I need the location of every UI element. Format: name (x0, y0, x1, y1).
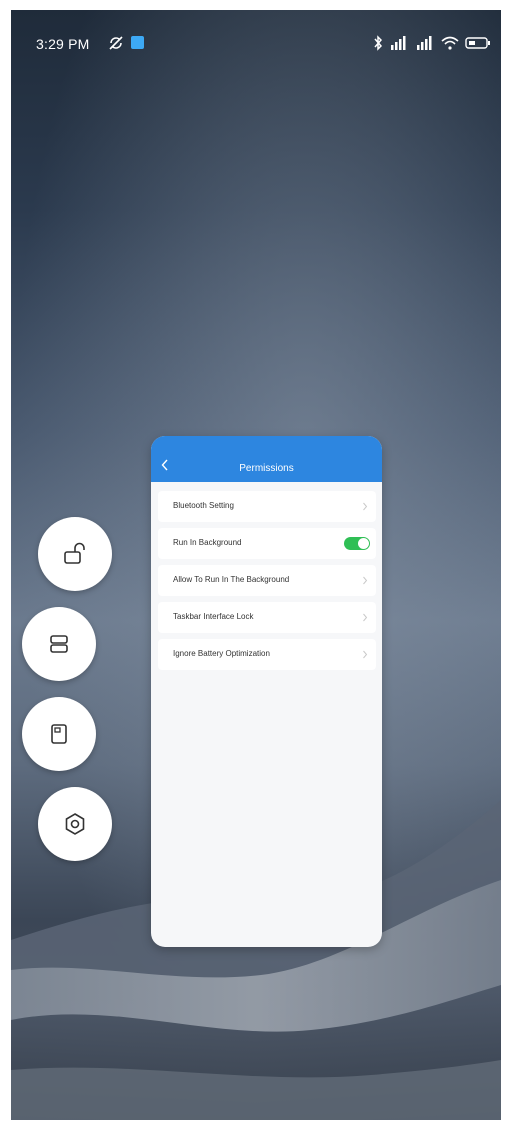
permission-item-run-in-background: Run In Background (158, 528, 376, 559)
lock-button[interactable] (38, 517, 112, 591)
wifi-icon (441, 36, 459, 50)
chevron-right-icon (363, 613, 368, 622)
permission-label: Allow To Run In The Background (173, 575, 290, 584)
layout-icon (50, 635, 68, 653)
permission-label: Ignore Battery Optimization (173, 649, 270, 658)
settings-icon (65, 813, 85, 835)
permissions-list: Bluetooth Setting Run In Background Allo… (158, 491, 376, 676)
permission-item-taskbar-interface-lock[interactable]: Taskbar Interface Lock (158, 602, 376, 633)
sync-off-icon (109, 36, 123, 50)
chevron-right-icon (363, 576, 368, 585)
permission-label: Bluetooth Setting (173, 501, 234, 510)
chevron-right-icon (363, 650, 368, 659)
status-bar: 3:29 PM (11, 10, 501, 60)
permission-label: Taskbar Interface Lock (173, 612, 254, 621)
battery-icon (465, 37, 490, 49)
permission-item-bluetooth-setting[interactable]: Bluetooth Setting (158, 491, 376, 522)
unlock-icon (64, 542, 85, 564)
run-in-background-toggle[interactable] (344, 537, 370, 550)
signal-1-icon (391, 36, 406, 50)
status-time: 3:29 PM (36, 36, 90, 52)
app-notification-icon (131, 36, 144, 49)
permission-item-ignore-battery-optimization[interactable]: Ignore Battery Optimization (158, 639, 376, 670)
status-icons (373, 34, 491, 52)
phone-screen: 3:29 PM Permissions Bluetooth Setting Ru… (11, 10, 501, 1120)
toggle-knob (358, 538, 369, 549)
layout-button[interactable] (22, 607, 96, 681)
permission-label: Run In Background (173, 538, 242, 547)
permissions-header: Permissions (151, 436, 382, 482)
window-button[interactable] (22, 697, 96, 771)
chevron-right-icon (363, 502, 368, 511)
window-icon (51, 724, 67, 744)
permission-item-allow-run-background[interactable]: Allow To Run In The Background (158, 565, 376, 596)
permissions-card: Permissions Bluetooth Setting Run In Bac… (151, 436, 382, 947)
permissions-title: Permissions (239, 463, 294, 474)
settings-button[interactable] (38, 787, 112, 861)
signal-2-icon (417, 36, 432, 50)
bluetooth-icon (374, 35, 383, 51)
